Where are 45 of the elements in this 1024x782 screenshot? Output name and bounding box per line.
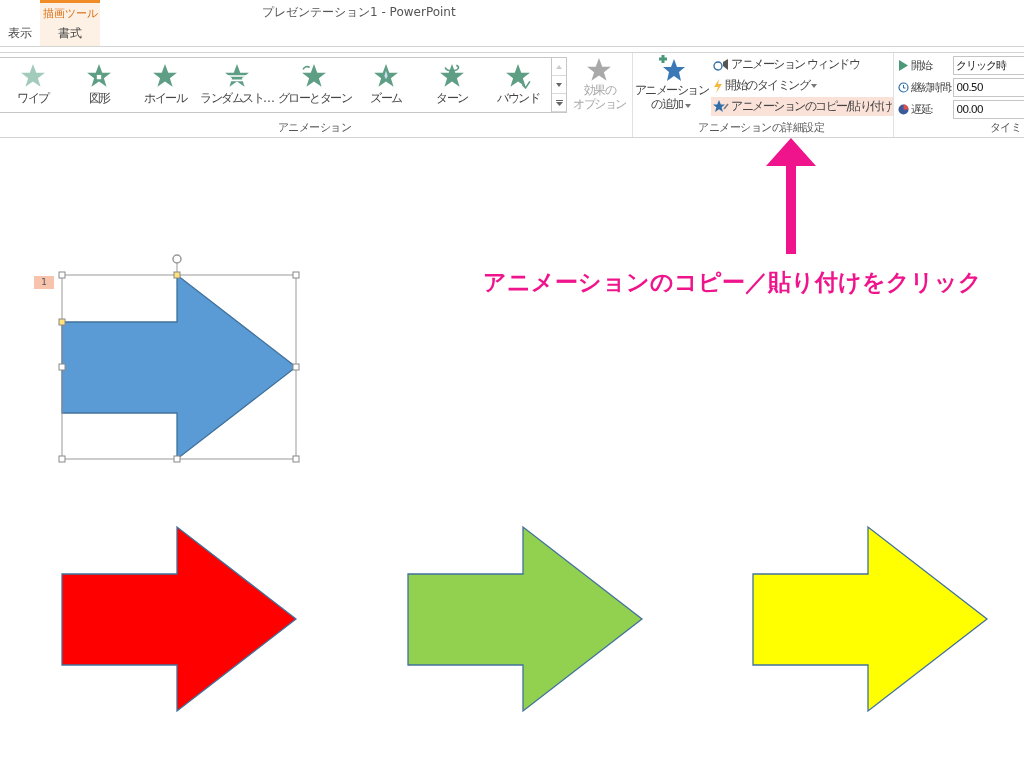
scroll-down-icon[interactable]	[556, 82, 562, 87]
ribbon-button[interactable]: アニメーションのコピー/貼り付け	[711, 97, 894, 116]
window-title: プレゼンテーション1 - PowerPoint	[262, 4, 456, 21]
animation-gallery-item[interactable]: ランダムスト…	[198, 58, 276, 112]
ribbon-button[interactable]: アニメーション ウィンドウ	[711, 55, 894, 74]
animation-gallery-item[interactable]: 図形	[66, 58, 132, 112]
star-icon	[223, 63, 250, 89]
ribbon-tab[interactable]: 書式	[54, 25, 86, 42]
timing-label: 開始:	[911, 58, 934, 73]
group-label: アニメーション	[277, 120, 352, 136]
ribbon-button[interactable]: 開始のタイミング	[711, 76, 894, 95]
star-plus-icon	[656, 55, 687, 83]
star-brush-icon	[713, 100, 729, 113]
ribbon-tab[interactable]: 表示	[4, 25, 36, 42]
animation-order-tag: 1	[34, 276, 54, 289]
timing-label: 継続時間:	[911, 80, 952, 95]
animation-gallery-item[interactable]: ホイール	[132, 58, 198, 112]
star-icon	[586, 57, 613, 83]
animation-gallery-item[interactable]: ワイプ	[0, 58, 66, 112]
lightning-icon	[713, 78, 723, 93]
star-icon	[373, 63, 399, 89]
contextual-tab-group-label: 描画ツール	[42, 6, 98, 22]
play-icon	[898, 60, 909, 71]
spin-field[interactable]: 00.50	[953, 78, 1024, 97]
star-icon	[86, 63, 112, 89]
animation-gallery-item[interactable]: ズーム	[353, 58, 419, 112]
star-icon	[20, 63, 46, 89]
add-animation-button[interactable]: アニメーション の追加	[632, 55, 710, 111]
caret-icon	[685, 104, 692, 108]
star-icon	[439, 63, 465, 89]
star-icon	[152, 63, 178, 89]
start-dropdown[interactable]: クリック時	[953, 56, 1024, 75]
spin-field[interactable]: 00.00	[953, 100, 1024, 119]
animation-gallery-item[interactable]: グローとターン	[275, 58, 353, 112]
pie-clock-icon	[898, 104, 910, 115]
more-icon[interactable]	[555, 99, 563, 106]
star-icon	[505, 63, 531, 89]
annotation-text: アニメーションのコピー／貼り付けをクリック	[483, 268, 982, 297]
star-icon	[301, 63, 328, 89]
caret-icon	[811, 83, 817, 88]
timing-label: 遅延:	[911, 102, 934, 117]
animation-gallery-item[interactable]: バウンド	[485, 58, 551, 112]
group-label: タイミ	[989, 120, 1022, 136]
animation-gallery-item[interactable]: ターン	[419, 58, 485, 112]
group-label: アニメーションの詳細設定	[698, 120, 826, 136]
